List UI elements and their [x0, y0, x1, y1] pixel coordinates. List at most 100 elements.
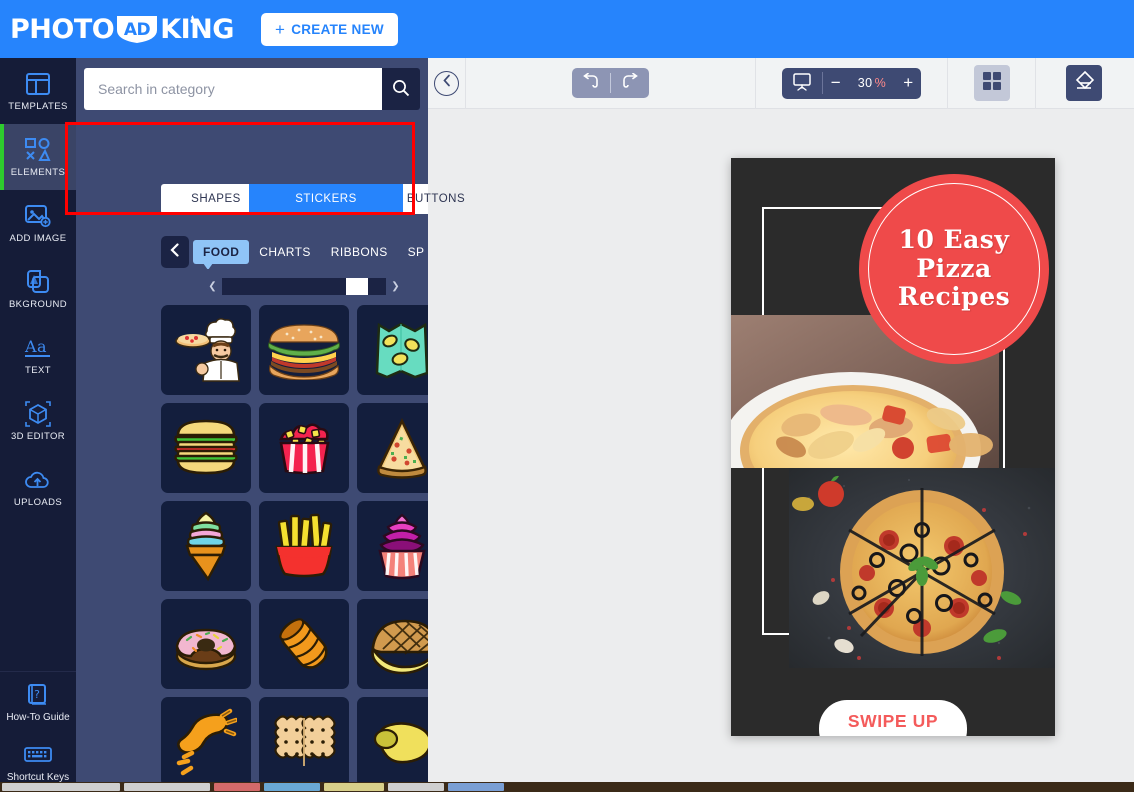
zoom-in-button[interactable]: +: [895, 68, 921, 99]
sticker-grid-area[interactable]: [161, 305, 473, 792]
top-bar: PHOTO AD KING + CREATE NEW: [0, 0, 1134, 58]
grid-view-icon: [982, 71, 1002, 96]
text-icon: Aa: [24, 335, 52, 361]
sidebar-label: ELEMENTS: [10, 166, 66, 178]
tab-buttons[interactable]: BUTTONS: [381, 193, 491, 205]
redo-icon: [620, 72, 640, 94]
sidebar-label: ADD IMAGE: [9, 232, 67, 244]
keyboard-icon: [24, 742, 52, 768]
sidebar-item-elements[interactable]: ELEMENTS: [0, 124, 76, 190]
svg-text:AD: AD: [124, 20, 151, 40]
badge-line-1: 10 Easy: [898, 224, 1010, 254]
taskbar-item[interactable]: [388, 783, 444, 791]
redo-button[interactable]: [611, 68, 649, 98]
taskbar-item[interactable]: [214, 783, 260, 791]
badge-line-2: Pizza: [916, 253, 992, 283]
sidebar-item-3d-editor[interactable]: 3D EDITOR: [0, 388, 76, 454]
category-chip-sports[interactable]: SPO: [398, 240, 425, 264]
sidebar-label: TEXT: [25, 364, 51, 376]
grid-view-button[interactable]: [973, 65, 1010, 101]
eraser-button[interactable]: [1066, 65, 1102, 101]
category-scroll[interactable]: FOOD CHARTS RIBBONS SPO: [193, 235, 425, 269]
taskbar-item[interactable]: [324, 783, 384, 791]
pizza-photo-bottom[interactable]: [789, 468, 1055, 668]
presentation-icon: [792, 71, 812, 96]
category-chip-ribbons[interactable]: RIBBONS: [321, 240, 398, 264]
category-hscrollbar[interactable]: ❮ ❯: [203, 278, 405, 295]
canvas-stage[interactable]: 10 Easy Pizza Recipes SWIPE UP: [428, 109, 1134, 792]
editor-area: − 30% + 10 Easy Pizza Recipes SWIPE UP: [428, 57, 1134, 792]
present-button[interactable]: [782, 68, 822, 99]
sidebar-item-bkground[interactable]: BKGROUND: [0, 256, 76, 322]
eraser-icon: [1073, 70, 1095, 97]
toolbar-zoom-cell: − 30% +: [756, 57, 948, 109]
hscroll-thumb[interactable]: [346, 278, 368, 295]
taskbar-item[interactable]: [124, 783, 210, 791]
taskbar-item[interactable]: [264, 783, 320, 791]
zoom-out-button[interactable]: −: [823, 68, 849, 99]
collapse-panel-button[interactable]: [434, 70, 459, 96]
editor-toolbar: − 30% +: [428, 57, 1134, 109]
add-image-icon: [25, 203, 51, 229]
crown-icon: [186, 5, 199, 36]
os-taskbar: [0, 782, 1134, 792]
zoom-unit: %: [874, 76, 887, 90]
sticker-cheese-puff[interactable]: [161, 697, 251, 787]
category-chip-charts[interactable]: CHARTS: [249, 240, 321, 264]
left-rail: TEMPLATES ELEMENTS ADD IMAGE BKGROUND Aa…: [0, 58, 76, 792]
logo-ad-badge: AD: [115, 14, 159, 44]
tab-shapes[interactable]: SHAPES: [161, 193, 271, 205]
search-row: [84, 68, 420, 110]
tab-stickers[interactable]: STICKERS: [271, 193, 381, 205]
undo-button[interactable]: [572, 68, 610, 98]
sticker-cracker[interactable]: [259, 697, 349, 787]
hscroll-right-button[interactable]: ❯: [386, 278, 405, 295]
sticker-pizza-chef[interactable]: [161, 305, 251, 395]
sidebar-item-text[interactable]: Aa TEXT: [0, 322, 76, 388]
background-icon: [26, 269, 50, 295]
chevron-left-icon: ❮: [208, 281, 217, 292]
undo-icon: [581, 72, 601, 94]
sidebar-item-add-image[interactable]: ADD IMAGE: [0, 190, 76, 256]
toolbar-grid-cell: [948, 57, 1036, 109]
elements-icon: [25, 137, 51, 163]
logo-king-text: KING: [160, 14, 234, 45]
app-logo: PHOTO AD KING: [10, 14, 234, 45]
sidebar-item-uploads[interactable]: UPLOADS: [0, 454, 76, 520]
sidebar-item-templates[interactable]: TEMPLATES: [0, 58, 76, 124]
category-chip-food[interactable]: FOOD: [193, 240, 250, 269]
badge-text: 10 Easy Pizza Recipes: [897, 224, 1011, 312]
sticker-ice-cream-cone[interactable]: [161, 501, 251, 591]
sidebar-label: Shortcut Keys: [6, 771, 70, 783]
sidebar-item-how-to-guide[interactable]: ? How-To Guide: [0, 672, 76, 732]
elements-panel: SHAPES STICKERS BUTTONS FOOD CHARTS RIBB…: [76, 58, 491, 792]
search-input[interactable]: [84, 68, 382, 110]
sticker-bread-roll[interactable]: [259, 599, 349, 689]
category-prev-button[interactable]: [161, 236, 189, 268]
swipe-up-label: SWIPE UP: [847, 710, 939, 731]
history-group: [572, 68, 649, 98]
swipe-up-button[interactable]: SWIPE UP: [819, 700, 967, 736]
svg-text:Aa: Aa: [24, 337, 47, 356]
logo-photo-text: PHOTO: [10, 13, 115, 45]
title-badge[interactable]: 10 Easy Pizza Recipes: [859, 174, 1049, 364]
sticker-donut[interactable]: [161, 599, 251, 689]
design-canvas[interactable]: 10 Easy Pizza Recipes SWIPE UP: [731, 158, 1055, 736]
sticker-double-burger[interactable]: [161, 403, 251, 493]
taskbar-item[interactable]: [2, 783, 120, 791]
create-new-label: CREATE NEW: [291, 21, 384, 37]
sticker-burger[interactable]: [259, 305, 349, 395]
toolbar-history-cell: [466, 57, 756, 109]
zoom-number: 30: [857, 76, 873, 90]
sticker-french-fries[interactable]: [259, 501, 349, 591]
taskbar-item[interactable]: [448, 783, 504, 791]
toolbar-back-cell: [428, 57, 466, 109]
create-new-button[interactable]: + CREATE NEW: [260, 12, 398, 46]
sticker-popcorn[interactable]: [259, 403, 349, 493]
sidebar-label: How-To Guide: [6, 711, 70, 723]
cloud-upload-icon: [24, 467, 52, 493]
badge-line-3: Recipes: [897, 282, 1011, 312]
search-button[interactable]: [382, 68, 420, 110]
hscroll-track[interactable]: [222, 278, 386, 295]
hscroll-left-button[interactable]: ❮: [203, 278, 222, 295]
